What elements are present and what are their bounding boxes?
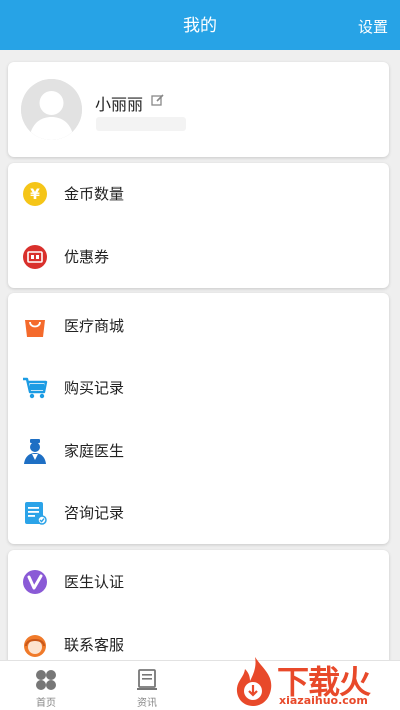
menu-item-medical-mall[interactable]: 医疗商城 [8, 295, 389, 357]
tab-label: 首页 [36, 698, 56, 709]
shopping-cart-icon [22, 375, 48, 401]
menu-item-coupons[interactable]: 优惠券 [8, 226, 389, 288]
menu-item-label: 金币数量 [64, 185, 125, 203]
customer-service-icon [22, 632, 48, 658]
menu-item-label: 医疗商城 [64, 317, 125, 335]
menu-item-label: 咨询记录 [64, 504, 125, 522]
shopping-bag-icon [22, 313, 48, 339]
flame-logo-icon [236, 657, 272, 706]
menu-item-coins[interactable]: ¥ 金币数量 [8, 163, 389, 225]
menu-item-purchase-records[interactable]: 购买记录 [8, 357, 389, 419]
settings-button[interactable]: 设置 [358, 0, 388, 54]
news-icon [135, 668, 159, 692]
menu-item-label: 医生认证 [64, 573, 125, 591]
home-grid-icon [34, 668, 58, 692]
profile-card[interactable]: 小丽丽 [8, 62, 389, 157]
coupon-icon [22, 244, 48, 270]
default-avatar-icon[interactable] [21, 79, 82, 140]
menu-item-doctor-verification[interactable]: 医生认证 [8, 551, 389, 613]
username[interactable]: 小丽丽 [95, 91, 143, 115]
gold-coin-icon: ¥ [22, 181, 48, 207]
top-bar: 我的 设置 [0, 0, 400, 50]
menu-item-label: 联系客服 [64, 636, 125, 654]
consultation-record-icon [22, 500, 48, 526]
menu-item-family-doctor[interactable]: 家庭医生 [8, 420, 389, 482]
menu-item-consultation-records[interactable]: 咨询记录 [8, 482, 389, 544]
wallet-card: ¥ 金币数量 优惠券 [8, 163, 389, 288]
tab-label: 资讯 [137, 698, 157, 709]
watermark-logo: 下载火 xiazaihuo.com [233, 655, 393, 710]
more-card: 医生认证 联系客服 [8, 550, 389, 670]
menu-item-label: 购买记录 [64, 379, 125, 397]
svg-text:¥: ¥ [30, 187, 40, 203]
tab-news[interactable]: 资讯 [112, 661, 182, 710]
menu-item-label: 优惠券 [64, 248, 110, 266]
page-title: 我的 [183, 16, 217, 36]
watermark-url: xiazaihuo.com [279, 694, 368, 707]
doctor-icon [22, 438, 48, 464]
profile-subtext-placeholder [96, 117, 186, 131]
tab-home[interactable]: 首页 [11, 661, 81, 710]
menu-item-label: 家庭医生 [64, 442, 125, 460]
services-card: 医疗商城 购买记录 家庭医生 咨询记录 [8, 293, 389, 544]
edit-icon[interactable] [151, 92, 165, 111]
verify-v-icon [22, 569, 48, 595]
